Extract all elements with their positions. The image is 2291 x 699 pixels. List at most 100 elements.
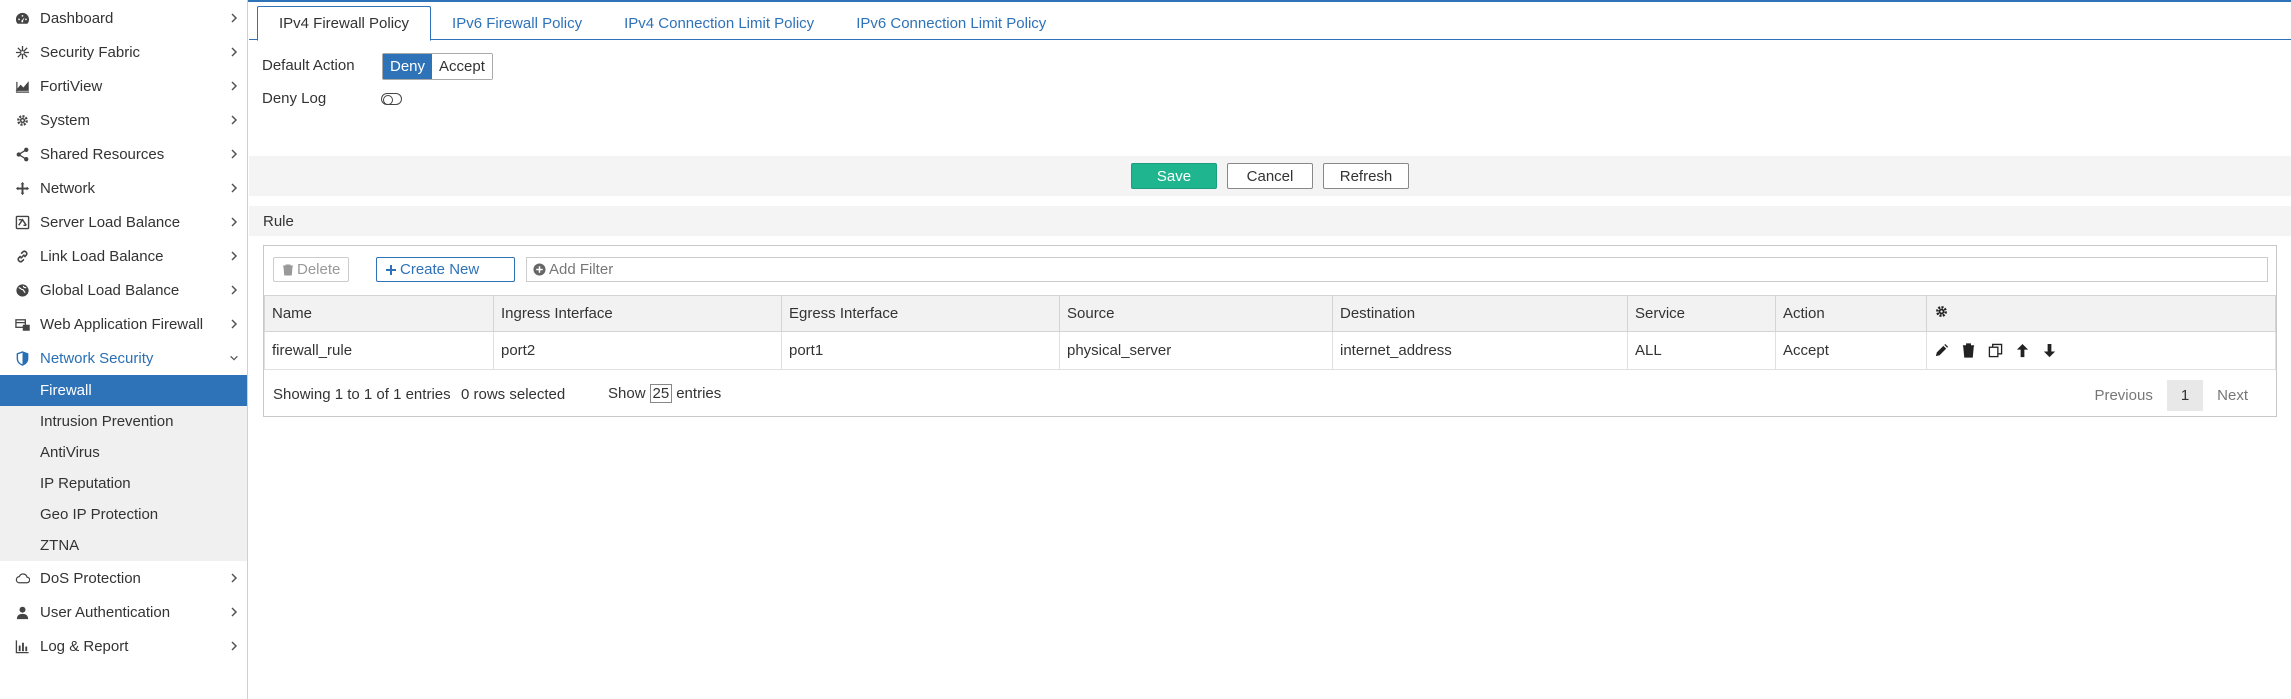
sidebar-item-label: Dashboard bbox=[40, 9, 114, 27]
edit-icon[interactable] bbox=[1934, 343, 1949, 358]
chevron-right-icon bbox=[229, 171, 239, 205]
move-down-icon[interactable] bbox=[2042, 343, 2057, 358]
chevron-right-icon bbox=[229, 35, 239, 69]
column-header-settings[interactable] bbox=[1926, 295, 2276, 332]
tab-ipv4-firewall-policy[interactable]: IPv4 Firewall Policy bbox=[257, 6, 432, 41]
rows-selected: 0 rows selected bbox=[461, 386, 566, 403]
sidebar-item-web-application-firewall[interactable]: Web Application Firewall bbox=[0, 307, 247, 341]
sidebar-item-dos-protection[interactable]: DoS Protection bbox=[0, 561, 247, 595]
sidebar-item-network-security[interactable]: Network Security bbox=[0, 341, 247, 375]
sidebar-item-label: Shared Resources bbox=[40, 145, 165, 163]
accept-option[interactable]: Accept bbox=[432, 54, 492, 79]
chevron-right-icon bbox=[229, 595, 239, 629]
column-header-destination[interactable]: Destination bbox=[1332, 295, 1628, 332]
page-size-control: Show 25 entries bbox=[608, 384, 721, 403]
page-size-select[interactable]: 25 bbox=[649, 384, 673, 403]
sidebar-subitem-antivirus[interactable]: AntiVirus bbox=[0, 437, 247, 468]
previous-page-button[interactable]: Previous bbox=[2080, 380, 2166, 411]
sidebar-item-system[interactable]: System bbox=[0, 103, 247, 137]
column-header-ingress-interface[interactable]: Ingress Interface bbox=[493, 295, 782, 332]
tab-ipv6-firewall-policy[interactable]: IPv6 Firewall Policy bbox=[431, 6, 603, 40]
chevron-right-icon bbox=[229, 205, 239, 239]
chevron-right-icon bbox=[229, 561, 239, 595]
sidebar-item-label: Network Security bbox=[40, 349, 154, 367]
rule-panel: Delete Create New Add Filter Name Ingres… bbox=[263, 245, 2277, 417]
chevron-right-icon bbox=[229, 103, 239, 137]
sidebar-item-security-fabric[interactable]: Security Fabric bbox=[0, 35, 247, 69]
sidebar-item-log-report[interactable]: Log & Report bbox=[0, 629, 247, 663]
sidebar-item-dashboard[interactable]: Dashboard bbox=[0, 1, 247, 35]
refresh-button[interactable]: Refresh bbox=[1323, 163, 1409, 189]
tab-ipv4-connection-limit-policy[interactable]: IPv4 Connection Limit Policy bbox=[603, 6, 835, 40]
sidebar: Dashboard Security Fabric FortiView Syst… bbox=[0, 0, 248, 699]
create-new-label: Create New bbox=[400, 261, 480, 278]
user-icon bbox=[12, 605, 32, 620]
table-header-row: Name Ingress Interface Egress Interface … bbox=[264, 295, 2276, 332]
create-new-button[interactable]: Create New bbox=[376, 257, 515, 282]
deny-log-switch[interactable] bbox=[381, 93, 402, 105]
sidebar-item-shared-resources[interactable]: Shared Resources bbox=[0, 137, 247, 171]
sidebar-item-server-load-balance[interactable]: Server Load Balance bbox=[0, 205, 247, 239]
sidebar-item-link-load-balance[interactable]: Link Load Balance bbox=[0, 239, 247, 273]
cell-name: firewall_rule bbox=[264, 331, 494, 370]
sidebar-item-network[interactable]: Network bbox=[0, 171, 247, 205]
table-row[interactable]: firewall_rule port2 port1 physical_serve… bbox=[264, 331, 2276, 370]
sidebar-subitem-intrusion-prevention[interactable]: Intrusion Prevention bbox=[0, 406, 247, 437]
next-page-button[interactable]: Next bbox=[2203, 380, 2262, 411]
chevron-right-icon bbox=[229, 629, 239, 663]
cancel-button[interactable]: Cancel bbox=[1227, 163, 1313, 189]
server-load-balance-icon bbox=[12, 215, 32, 230]
column-header-name[interactable]: Name bbox=[264, 295, 494, 332]
network-security-submenu: Firewall Intrusion Prevention AntiVirus … bbox=[0, 375, 247, 561]
add-filter-input[interactable]: Add Filter bbox=[526, 257, 2268, 282]
network-icon bbox=[12, 181, 32, 196]
chevron-right-icon bbox=[229, 1, 239, 35]
sidebar-item-label: Global Load Balance bbox=[40, 281, 180, 299]
cell-egress-interface: port1 bbox=[781, 331, 1060, 370]
gear-icon bbox=[12, 113, 32, 128]
entries-label: entries bbox=[676, 385, 722, 402]
sidebar-subitem-ip-reputation[interactable]: IP Reputation bbox=[0, 468, 247, 499]
clone-icon[interactable] bbox=[1988, 343, 2003, 358]
sidebar-item-label: Link Load Balance bbox=[40, 247, 164, 265]
share-icon bbox=[12, 147, 32, 162]
deny-option[interactable]: Deny bbox=[383, 54, 433, 79]
column-header-source[interactable]: Source bbox=[1059, 295, 1333, 332]
column-header-service[interactable]: Service bbox=[1627, 295, 1776, 332]
add-filter-placeholder: Add Filter bbox=[549, 261, 614, 278]
cell-destination: internet_address bbox=[1332, 331, 1628, 370]
deny-log-label: Deny Log bbox=[262, 90, 327, 107]
cell-row-actions bbox=[1926, 331, 2276, 370]
move-up-icon[interactable] bbox=[2015, 343, 2030, 358]
sidebar-item-fortiview[interactable]: FortiView bbox=[0, 69, 247, 103]
sidebar-item-label: Security Fabric bbox=[40, 43, 141, 61]
chevron-right-icon bbox=[229, 273, 239, 307]
waf-icon bbox=[12, 317, 32, 332]
save-button[interactable]: Save bbox=[1131, 163, 1217, 189]
sidebar-item-label: Web Application Firewall bbox=[40, 315, 204, 333]
bar-chart-icon bbox=[12, 639, 32, 654]
sidebar-item-label: Server Load Balance bbox=[40, 213, 181, 231]
sidebar-subitem-firewall[interactable]: Firewall bbox=[0, 375, 247, 406]
trash-icon bbox=[283, 264, 293, 275]
sidebar-item-global-load-balance[interactable]: Global Load Balance bbox=[0, 273, 247, 307]
dashboard-icon bbox=[12, 11, 32, 26]
delete-icon[interactable] bbox=[1961, 343, 1976, 358]
page-1-button[interactable]: 1 bbox=[2166, 380, 2204, 411]
column-header-egress-interface[interactable]: Egress Interface bbox=[781, 295, 1060, 332]
cell-action: Accept bbox=[1775, 331, 1927, 370]
sidebar-item-label: Log & Report bbox=[40, 637, 129, 655]
tab-ipv6-connection-limit-policy[interactable]: IPv6 Connection Limit Policy bbox=[835, 6, 1067, 40]
delete-button[interactable]: Delete bbox=[273, 257, 350, 282]
sidebar-item-user-authentication[interactable]: User Authentication bbox=[0, 595, 247, 629]
policy-tabs: IPv4 Firewall Policy IPv6 Firewall Polic… bbox=[249, 6, 2291, 41]
sidebar-subitem-ztna[interactable]: ZTNA bbox=[0, 530, 247, 561]
sidebar-subitem-geo-ip-protection[interactable]: Geo IP Protection bbox=[0, 499, 247, 530]
sidebar-item-label: User Authentication bbox=[40, 603, 171, 621]
gear-icon bbox=[1936, 306, 1947, 317]
top-accent-line bbox=[0, 0, 2291, 2]
globe-icon bbox=[12, 283, 32, 298]
column-header-action[interactable]: Action bbox=[1775, 295, 1927, 332]
default-action-label: Default Action bbox=[262, 57, 355, 74]
chevron-right-icon bbox=[229, 137, 239, 171]
